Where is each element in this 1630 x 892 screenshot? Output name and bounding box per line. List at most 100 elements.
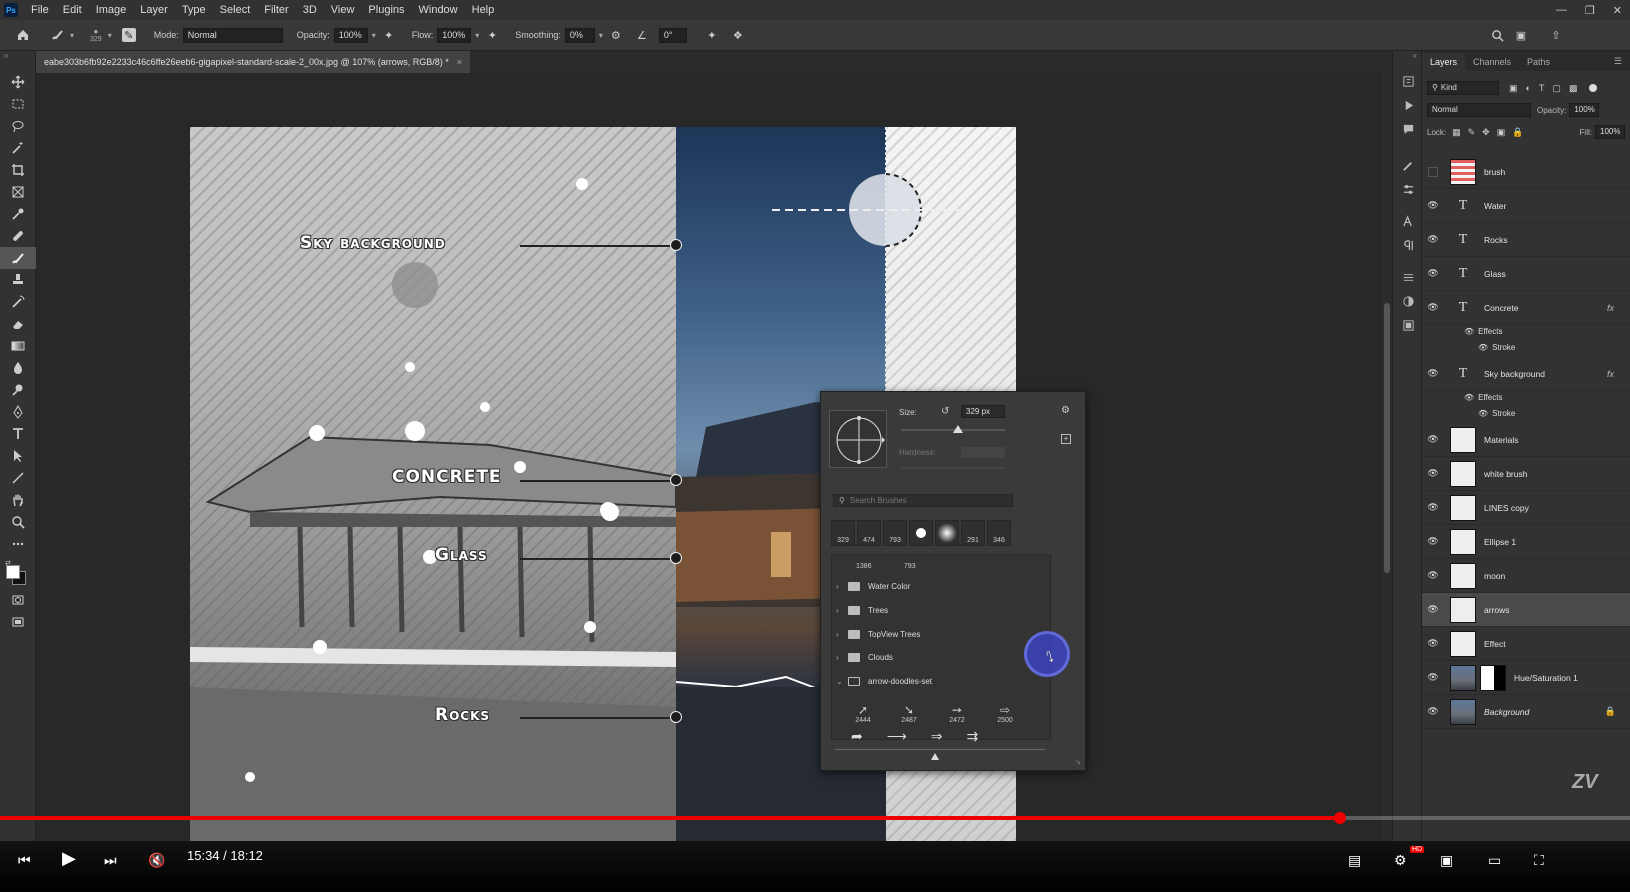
magic-wand-tool-icon[interactable] [0,137,36,159]
menu-3d[interactable]: 3D [296,0,324,20]
previous-icon[interactable]: ⏮ [18,852,31,869]
soft-round-preset[interactable] [935,520,959,546]
zoom-tool-icon[interactable] [0,511,36,533]
dock-collapse-icon[interactable]: « [1393,51,1421,69]
eye-icon[interactable]: 👁 [1422,302,1444,313]
panel-menu-icon[interactable]: ☰ [1606,52,1630,71]
filter-kind-select[interactable]: ⚲ Kind [1427,81,1499,95]
resize-handle-icon[interactable]: ↘ [1074,757,1081,766]
canvas-vertical-scrollbar[interactable] [1382,73,1392,841]
menu-file[interactable]: File [24,0,56,20]
gear-icon[interactable]: ⚙ [1061,405,1070,416]
eye-icon[interactable]: 👁 [1422,604,1444,615]
eye-icon[interactable]: 👁 [1464,327,1474,336]
opacity-input[interactable]: 100% [333,27,368,43]
chevron-down-icon[interactable]: ▾ [475,31,479,40]
eye-icon[interactable]: 👁 [1422,234,1444,245]
eye-icon[interactable]: 👁 [1422,570,1444,581]
brush-settings-panel-icon[interactable] [1393,153,1423,177]
recent-brush-preset[interactable]: 793 [883,520,907,546]
menu-type[interactable]: Type [175,0,213,20]
eye-icon[interactable]: 👁 [1464,393,1474,402]
brush-thumb-label[interactable]: 793 [904,563,916,570]
brush-folder-topview-trees[interactable]: › TopView Trees [836,624,1036,644]
hard-round-preset[interactable] [909,520,933,546]
history-icon[interactable] [1393,69,1423,93]
quick-mask-icon[interactable] [0,589,36,611]
eye-icon[interactable]: 👁 [1422,434,1444,445]
size-slider-knob[interactable] [953,425,964,433]
scrollbar-thumb[interactable] [1384,303,1390,573]
reset-size-icon[interactable]: ↺ [941,406,949,417]
layer-opacity-input[interactable]: 100% [1569,103,1600,117]
airbrush-icon[interactable]: ✦ [485,28,499,42]
thumbnail-size-knob[interactable] [931,753,939,760]
subtitles-icon[interactable]: ▤ [1348,852,1361,869]
tab-channels[interactable]: Channels [1465,53,1519,71]
layer-row[interactable]: 👁 moon [1422,559,1630,593]
brush-tool-icon[interactable] [50,28,64,42]
effects-row[interactable]: 👁 Effects [1464,327,1502,336]
symmetry-icon[interactable]: ❖ [731,28,745,42]
lasso-tool-icon[interactable] [0,115,36,137]
recent-brush-preset[interactable]: 329 [831,520,855,546]
type-tool-icon[interactable] [0,423,36,445]
brushes-panel-icon[interactable] [1393,177,1423,201]
brush-folder-clouds[interactable]: › Clouds [836,647,1036,667]
eye-icon[interactable]: 👁 [1422,502,1444,513]
angle-input[interactable]: 0° [658,27,687,43]
recent-brush-preset[interactable]: 474 [857,520,881,546]
search-icon[interactable] [1490,28,1504,42]
healing-brush-tool-icon[interactable] [0,225,36,247]
chevron-down-icon[interactable]: ▾ [70,31,74,40]
move-tool-icon[interactable] [0,71,36,93]
layer-row[interactable]: 👁 T Rocks [1422,223,1630,257]
chevron-down-icon[interactable]: ⌄ [836,677,848,686]
panel-collapse-icon[interactable]: » [0,51,35,71]
effect-stroke-row[interactable]: 👁 Stroke [1478,343,1515,352]
dodge-tool-icon[interactable] [0,379,36,401]
flow-input[interactable]: 100% [437,27,472,43]
layer-row[interactable]: 👁 T Concrete fx [1422,291,1630,325]
next-icon[interactable]: ⏭ [104,852,117,869]
new-preset-icon[interactable]: + [1061,434,1071,444]
brush-folder-trees[interactable]: › Trees [836,600,1036,620]
arrow-brush-2472[interactable]: ➙ 2472 [935,692,979,724]
actions-play-icon[interactable] [1393,93,1423,117]
menu-help[interactable]: Help [465,0,502,20]
menu-plugins[interactable]: Plugins [361,0,411,20]
eye-icon[interactable]: 👁 [1422,268,1444,279]
play-icon[interactable]: ▶ [62,848,76,869]
chevron-down-icon[interactable]: ▾ [108,31,112,40]
eye-icon[interactable]: 👁 [1422,638,1444,649]
eye-icon[interactable]: 👁 [1422,468,1444,479]
visibility-off-icon[interactable] [1422,166,1444,177]
thumbnail-size-slider[interactable] [835,749,1045,750]
size-input[interactable]: 329 px [961,405,1005,418]
minimize-icon[interactable]: — [1556,4,1567,16]
miniplayer-icon[interactable]: ▣ [1440,852,1453,869]
more-tools-icon[interactable] [0,533,36,555]
effect-stroke-row[interactable]: 👁 Stroke [1478,409,1515,418]
pressure-size-icon[interactable]: ✦ [705,28,719,42]
eye-icon[interactable]: 👁 [1422,200,1444,211]
layer-row[interactable]: 👁 Materials [1422,423,1630,457]
menu-image[interactable]: Image [89,0,134,20]
search-brushes-field[interactable]: ⚲ [833,494,1013,507]
eraser-tool-icon[interactable] [0,313,36,335]
libraries-panel-icon[interactable] [1393,313,1423,337]
menu-edit[interactable]: Edit [56,0,89,20]
effects-row[interactable]: 👁 Effects [1464,393,1502,402]
chevron-down-icon[interactable]: ▾ [599,31,603,40]
eye-icon[interactable]: 👁 [1422,536,1444,547]
clone-stamp-tool-icon[interactable] [0,269,36,291]
workspace-icon[interactable]: ▣ [1514,28,1528,42]
layer-mask-thumbnail[interactable] [1480,664,1506,691]
layer-row[interactable]: 👁 LINES copy [1422,491,1630,525]
chevron-right-icon[interactable]: › [836,630,848,639]
brush-tool-active-icon[interactable] [0,247,36,269]
arrow-brush-2487[interactable]: ➘ 2487 [887,692,931,724]
brush-folder-arrow-doodles-set[interactable]: ⌄ arrow-doodles-set [836,671,1036,691]
layer-row[interactable]: 👁 T Glass [1422,257,1630,291]
frame-tool-icon[interactable] [0,181,36,203]
